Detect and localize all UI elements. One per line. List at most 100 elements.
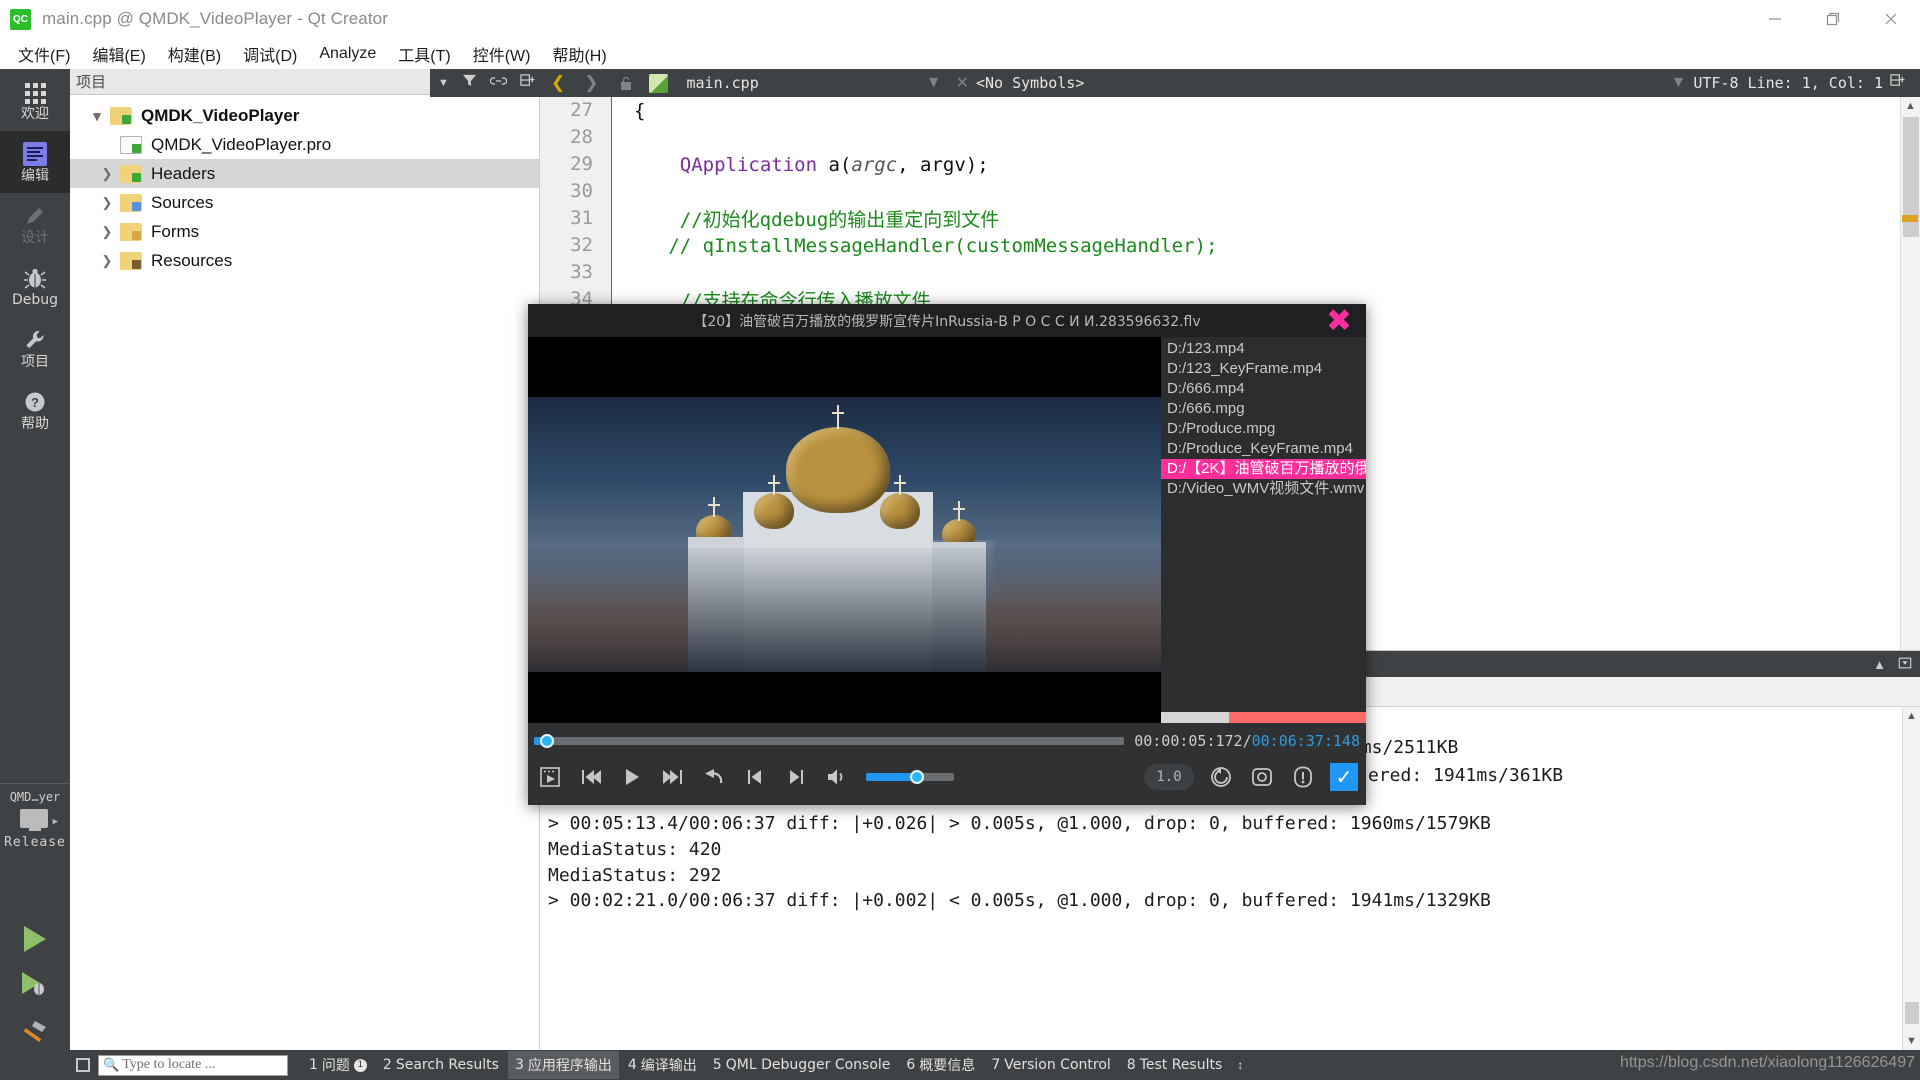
chevron-right-icon[interactable] xyxy=(94,194,120,211)
split-window-icon[interactable] xyxy=(520,73,535,93)
playlist-item[interactable]: D:/Produce.mpg xyxy=(1161,419,1366,439)
tab-compile-output[interactable]: 4编译输出 xyxy=(621,1051,704,1079)
step-forward-icon[interactable] xyxy=(782,764,810,790)
menu-tools[interactable]: 工具(T) xyxy=(387,40,461,68)
maximize-pane-icon[interactable] xyxy=(1898,656,1912,673)
seek-handle[interactable] xyxy=(540,734,554,748)
mode-design-label: 设计 xyxy=(21,231,49,246)
tab-general-messages[interactable]: 6概要信息 xyxy=(899,1051,982,1079)
video-stage[interactable] xyxy=(528,337,1161,733)
mode-welcome[interactable]: 欢迎 xyxy=(0,69,70,131)
undo-arrow-icon[interactable] xyxy=(700,764,728,790)
playlist-icon[interactable] xyxy=(536,764,564,790)
tree-row-label: Forms xyxy=(151,222,199,242)
back-arrow-icon[interactable]: ❮ xyxy=(547,73,569,93)
mode-debug[interactable]: Debug xyxy=(0,255,70,317)
chevron-right-icon[interactable] xyxy=(94,223,120,240)
menu-file[interactable]: 文件(F) xyxy=(7,40,81,68)
chevron-down-icon[interactable] xyxy=(84,107,110,125)
menu-help[interactable]: 帮助(H) xyxy=(541,40,617,68)
video-playlist[interactable]: D:/123.mp4 D:/123_KeyFrame.mp4 D:/666.mp… xyxy=(1161,337,1366,723)
playlist-item-selected[interactable]: D:/【2K】油管破百万播放的俄 xyxy=(1161,459,1366,479)
scroll-down-icon[interactable]: ▼ xyxy=(1903,1032,1920,1050)
tree-row-forms[interactable]: Forms xyxy=(70,217,539,246)
skip-backward-icon[interactable] xyxy=(577,764,605,790)
sidebar-toggle-icon[interactable] xyxy=(76,1058,90,1072)
scrollbar-thumb[interactable] xyxy=(1905,1002,1919,1024)
close-icon[interactable]: ✖ xyxy=(1326,306,1352,337)
editor-symbols[interactable]: <No Symbols> xyxy=(976,74,1084,92)
tab-application-output[interactable]: 3应用程序输出 xyxy=(508,1051,619,1079)
chevron-down-icon[interactable]: ▼ xyxy=(919,74,949,92)
tree-row-sources[interactable]: Sources xyxy=(70,188,539,217)
unlock-icon[interactable] xyxy=(620,76,632,90)
menu-build[interactable]: 构建(B) xyxy=(157,40,232,68)
chevron-up-icon[interactable]: ▲ xyxy=(1873,657,1886,672)
menu-analyze[interactable]: Analyze xyxy=(308,43,387,65)
mode-edit[interactable]: 编辑 xyxy=(0,131,70,193)
up-down-icon[interactable]: ↕ xyxy=(1237,1058,1243,1072)
exclamation-icon[interactable] xyxy=(1289,764,1317,790)
editor-filename[interactable]: main.cpp xyxy=(687,74,759,92)
chevron-right-icon[interactable] xyxy=(94,252,120,269)
close-icon[interactable] xyxy=(1862,0,1920,38)
menu-debug[interactable]: 调试(D) xyxy=(232,40,308,68)
chevron-down-icon[interactable]: ▼ xyxy=(438,77,449,89)
speed-button[interactable]: 1.0 xyxy=(1144,764,1194,790)
playlist-item[interactable]: D:/123.mp4 xyxy=(1161,339,1366,359)
tab-search-results[interactable]: 2Search Results xyxy=(376,1053,506,1077)
tab-issues[interactable]: 1问题1 xyxy=(302,1051,374,1079)
console-line: > 00:02:21.0/00:06:37 diff: |+0.002| < 0… xyxy=(544,888,1902,914)
close-icon[interactable]: ✕ xyxy=(949,73,976,93)
camera-icon[interactable] xyxy=(1248,764,1276,790)
debug-run-icon[interactable] xyxy=(20,970,50,1001)
kit-selector[interactable]: QMD…yer ▶ Release xyxy=(0,783,70,850)
seek-slider[interactable] xyxy=(534,737,1124,745)
split-window-icon[interactable] xyxy=(1883,73,1912,93)
chevron-down-icon[interactable]: ▼ xyxy=(1664,74,1694,92)
tab-version-control[interactable]: 7Version Control xyxy=(984,1053,1117,1077)
tab-test-results[interactable]: 8Test Results xyxy=(1120,1053,1230,1077)
forward-arrow-icon[interactable]: ❯ xyxy=(580,73,602,93)
tree-row-pro-file[interactable]: QMDK_VideoPlayer.pro xyxy=(70,130,539,159)
restore-icon[interactable] xyxy=(1804,0,1862,38)
scroll-up-icon[interactable]: ▲ xyxy=(1903,707,1920,725)
editor-encoding-position[interactable]: UTF-8 Line: 1, Col: 1 xyxy=(1693,74,1883,92)
loop-icon[interactable] xyxy=(1207,764,1235,790)
search-input[interactable]: 🔍 Type to locate ... xyxy=(98,1055,288,1076)
playlist-item[interactable]: D:/Produce_KeyFrame.mp4 xyxy=(1161,439,1366,459)
menu-window[interactable]: 控件(W) xyxy=(462,40,542,68)
mode-projects-label: 项目 xyxy=(21,355,49,370)
tree-row-headers[interactable]: Headers xyxy=(70,159,539,188)
playlist-item[interactable]: D:/666.mpg xyxy=(1161,399,1366,419)
mode-design[interactable]: 设计 xyxy=(0,193,70,255)
line-number: 27 xyxy=(540,97,612,124)
hammer-icon[interactable] xyxy=(20,1019,50,1050)
step-backward-icon[interactable] xyxy=(741,764,769,790)
play-icon[interactable] xyxy=(618,764,646,790)
console-vertical-scrollbar[interactable]: ▲ ▼ xyxy=(1902,707,1920,1050)
minimize-icon[interactable] xyxy=(1746,0,1804,38)
run-icon[interactable] xyxy=(24,926,46,952)
link-icon[interactable] xyxy=(490,74,507,92)
speaker-icon[interactable] xyxy=(823,764,851,790)
chevron-right-icon[interactable] xyxy=(94,165,120,182)
volume-slider[interactable] xyxy=(866,773,954,781)
playlist-item[interactable]: D:/666.mp4 xyxy=(1161,379,1366,399)
volume-handle[interactable] xyxy=(910,770,924,784)
tab-label: 概要信息 xyxy=(919,1055,975,1075)
filter-icon[interactable] xyxy=(462,73,477,93)
tree-row-project[interactable]: QMDK_VideoPlayer xyxy=(70,101,539,130)
tree-row-resources[interactable]: Resources xyxy=(70,246,539,275)
playlist-item[interactable]: D:/123_KeyFrame.mp4 xyxy=(1161,359,1366,379)
tab-qml-debugger-console[interactable]: 5QML Debugger Console xyxy=(706,1053,898,1077)
mode-help[interactable]: ? 帮助 xyxy=(0,379,70,441)
mode-projects[interactable]: 项目 xyxy=(0,317,70,379)
check-icon[interactable]: ✓ xyxy=(1330,763,1358,791)
tree-row-label: Sources xyxy=(151,193,213,213)
menu-edit[interactable]: 编辑(E) xyxy=(81,40,156,68)
playlist-item[interactable]: D:/Video_WMV视频文件.wmv xyxy=(1161,479,1366,499)
skip-forward-icon[interactable] xyxy=(659,764,687,790)
scroll-up-icon[interactable]: ▲ xyxy=(1901,97,1920,115)
mode-help-label: 帮助 xyxy=(21,417,49,432)
